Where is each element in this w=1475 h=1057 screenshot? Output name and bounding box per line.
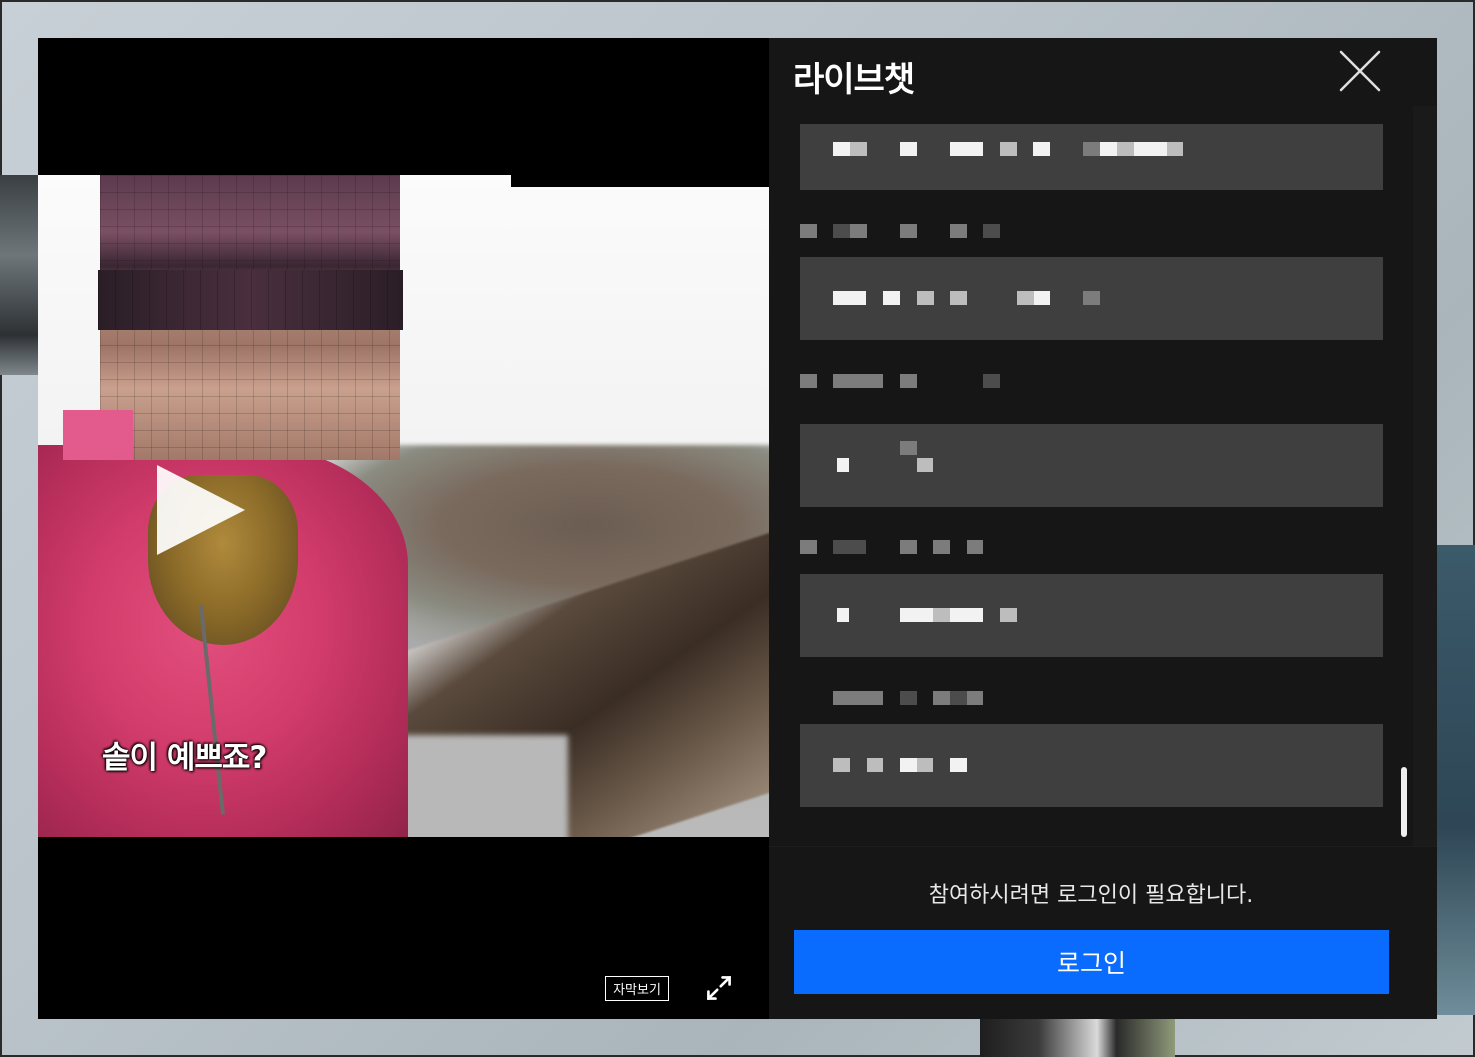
chat-scrollbar[interactable] [1401,767,1407,837]
redacted-text [833,758,850,772]
redacted-text [900,691,917,705]
redacted-text [850,224,867,238]
redacted-text [800,540,817,554]
redacted-text [917,458,933,472]
pixelated-hat [98,270,403,330]
redacted-text [867,758,883,772]
redacted-text [967,691,983,705]
redacted-text [833,374,883,388]
redacted-text [1083,291,1100,305]
caption-toggle-button[interactable]: 자막보기 [605,976,669,1001]
redacted-text [850,142,867,156]
background-rail [0,175,40,375]
close-icon [1339,50,1381,92]
redacted-text [900,224,917,238]
redacted-text [983,224,1000,238]
chat-message-list[interactable] [769,106,1437,846]
redacted-text [950,224,967,238]
redacted-text [833,224,850,238]
chat-message [800,124,1383,190]
fullscreen-button[interactable] [702,971,736,1005]
chat-title: 라이브챗 [793,60,915,100]
play-button[interactable] [157,465,245,555]
redacted-text [900,608,933,622]
pixelated-block [63,410,133,460]
redacted-text [1117,142,1134,156]
redacted-text [983,374,1000,388]
chat-username [800,224,1000,244]
redacted-text [1000,608,1017,622]
login-required-message: 참여하시려면 로그인이 필요합니다. [928,883,1254,908]
redacted-text [833,291,866,305]
redacted-text [800,224,817,238]
close-button[interactable] [1337,48,1383,94]
redacted-text [900,441,917,455]
redacted-text [833,691,883,705]
redacted-text [1167,142,1183,156]
chat-header: 라이브챗 [769,38,1437,106]
redacted-text [1083,142,1100,156]
redacted-text [950,608,983,622]
redacted-text [1034,291,1050,305]
video-subtitle: 솥이 예쁘죠? [102,740,267,776]
redacted-text [900,374,917,388]
redacted-text [1000,142,1017,156]
redacted-text [933,691,950,705]
redacted-text [933,540,950,554]
redacted-text [883,291,900,305]
redacted-text [933,608,950,622]
redacted-text [833,540,866,554]
redacted-text [917,291,934,305]
chat-message [800,424,1383,507]
chat-message [800,574,1383,657]
redacted-text [950,758,967,772]
redacted-text [1100,142,1117,156]
live-chat-panel: 라이브챗 참여하시려면 로그인이 필요합니다. 로그인 [769,38,1437,1019]
redacted-text [1017,291,1034,305]
play-icon [157,465,245,555]
chat-footer: 참여하시려면 로그인이 필요합니다. 로그인 [769,846,1437,1019]
background-bottom [980,1018,1175,1057]
background-rail-right [1435,545,1475,1015]
expand-arrows-icon [707,976,731,1000]
chat-username [800,374,1000,394]
redacted-text [917,758,933,772]
redacted-text [800,374,817,388]
redacted-text [900,758,917,772]
live-modal: 솥이 예쁘죠? 자막보기 라이브챗 참여하시려면 로그인이 필요합니다. 로그인 [38,38,1437,1019]
redacted-text [833,142,850,156]
chat-message [800,724,1383,807]
redacted-text [950,291,967,305]
redacted-text [967,540,983,554]
chat-username [800,540,1000,560]
redacted-text [900,540,917,554]
redacted-text [1033,142,1050,156]
redacted-text [900,142,917,156]
redacted-text [1134,142,1167,156]
chat-username [800,691,1000,711]
login-button[interactable]: 로그인 [794,930,1389,994]
video-player[interactable]: 솥이 예쁘죠? 자막보기 [38,38,769,1019]
chat-message [800,257,1383,340]
redacted-text [837,458,849,472]
redacted-text [950,691,967,705]
redacted-text [950,142,983,156]
redacted-text [837,608,849,622]
video-top-bar [511,175,769,187]
